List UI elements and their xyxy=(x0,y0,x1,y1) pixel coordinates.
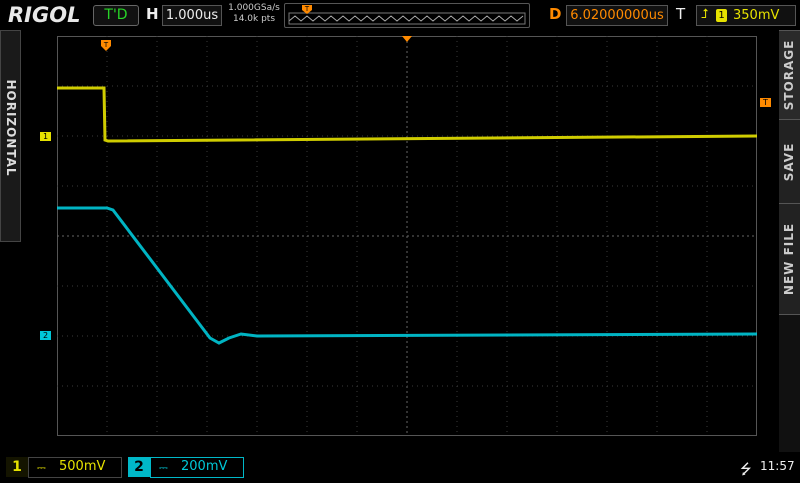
ch2-offset-marker[interactable]: 2 xyxy=(40,331,51,340)
grid-lines xyxy=(57,36,757,436)
new-file-label: NEW FILE xyxy=(782,222,796,296)
run-state-indicator[interactable]: T'D xyxy=(93,5,139,26)
overview-zigzag xyxy=(288,15,524,22)
ch1-waveform xyxy=(57,86,757,143)
center-marker-icon xyxy=(402,36,412,42)
acquisition-info: 1.000GSa/s 14.0k pts xyxy=(226,3,282,25)
trigger-source-badge: 1 xyxy=(716,9,727,22)
overview-trigger-marker-label: T xyxy=(304,5,310,13)
new-file-softkey[interactable]: NEW FILE xyxy=(779,203,800,314)
dc-coupling-icon: ⎓ xyxy=(37,461,46,474)
softkey-empty xyxy=(779,314,800,452)
trigger-display[interactable]: ⮥ 1 350mV xyxy=(696,5,796,26)
save-softkey[interactable]: SAVE xyxy=(779,119,800,203)
delay-label: D xyxy=(549,5,562,23)
rising-edge-icon: ⮥ xyxy=(701,7,709,22)
memory-depth: 14.0k pts xyxy=(232,14,276,24)
ch2-tag[interactable]: 2 xyxy=(128,457,150,477)
ch2-scale-value: 200mV xyxy=(181,459,228,474)
delay-display[interactable]: 6.02000000us xyxy=(566,5,668,26)
memory-overview-bar[interactable]: T xyxy=(284,3,530,28)
ch1-scale-box[interactable]: ⎓ 500mV xyxy=(28,457,122,478)
waveform-grid[interactable]: T xyxy=(57,36,757,436)
ch1-offset-marker[interactable]: 1 xyxy=(40,132,51,141)
run-state-label: T'D xyxy=(104,7,128,23)
sample-rate: 1.000GSa/s xyxy=(228,3,280,13)
trigger-position-marker-label: T xyxy=(103,41,109,49)
dc-coupling-icon: ⎓ xyxy=(159,461,168,474)
right-softkey-menu: STORAGE SAVE NEW FILE xyxy=(779,30,800,452)
ch1-tag[interactable]: 1 xyxy=(6,457,28,477)
top-status-bar: RIGOL T'D H 1.000us 1.000GSa/s 14.0k pts… xyxy=(0,0,800,30)
bottom-status-bar: 1 ⎓ 500mV 2 ⎓ 200mV ⭍ 11:57 xyxy=(0,455,800,480)
timebase-value: 1.000us xyxy=(165,8,219,23)
horizontal-label: H xyxy=(146,5,159,23)
ch1-scale-value: 500mV xyxy=(59,459,106,474)
horizontal-tab-label: HORIZONTAL xyxy=(4,79,18,177)
horizontal-tab[interactable]: HORIZONTAL xyxy=(0,30,21,242)
storage-label: STORAGE xyxy=(782,39,796,111)
trigger-label: T xyxy=(676,5,686,23)
trigger-level-value: 350mV xyxy=(733,8,780,23)
rigol-logo: RIGOL xyxy=(8,3,81,27)
usb-icon: ⭍ xyxy=(740,462,752,478)
clock: 11:57 xyxy=(760,459,795,473)
ch2-scale-box[interactable]: ⎓ 200mV xyxy=(150,457,244,478)
timebase-display[interactable]: 1.000us xyxy=(162,5,222,26)
save-label: SAVE xyxy=(782,142,796,181)
delay-value: 6.02000000us xyxy=(570,8,664,23)
trigger-level-marker[interactable]: T xyxy=(760,98,771,107)
memory-waveform-overview: T xyxy=(288,5,526,25)
storage-menu-title[interactable]: STORAGE xyxy=(779,30,800,119)
